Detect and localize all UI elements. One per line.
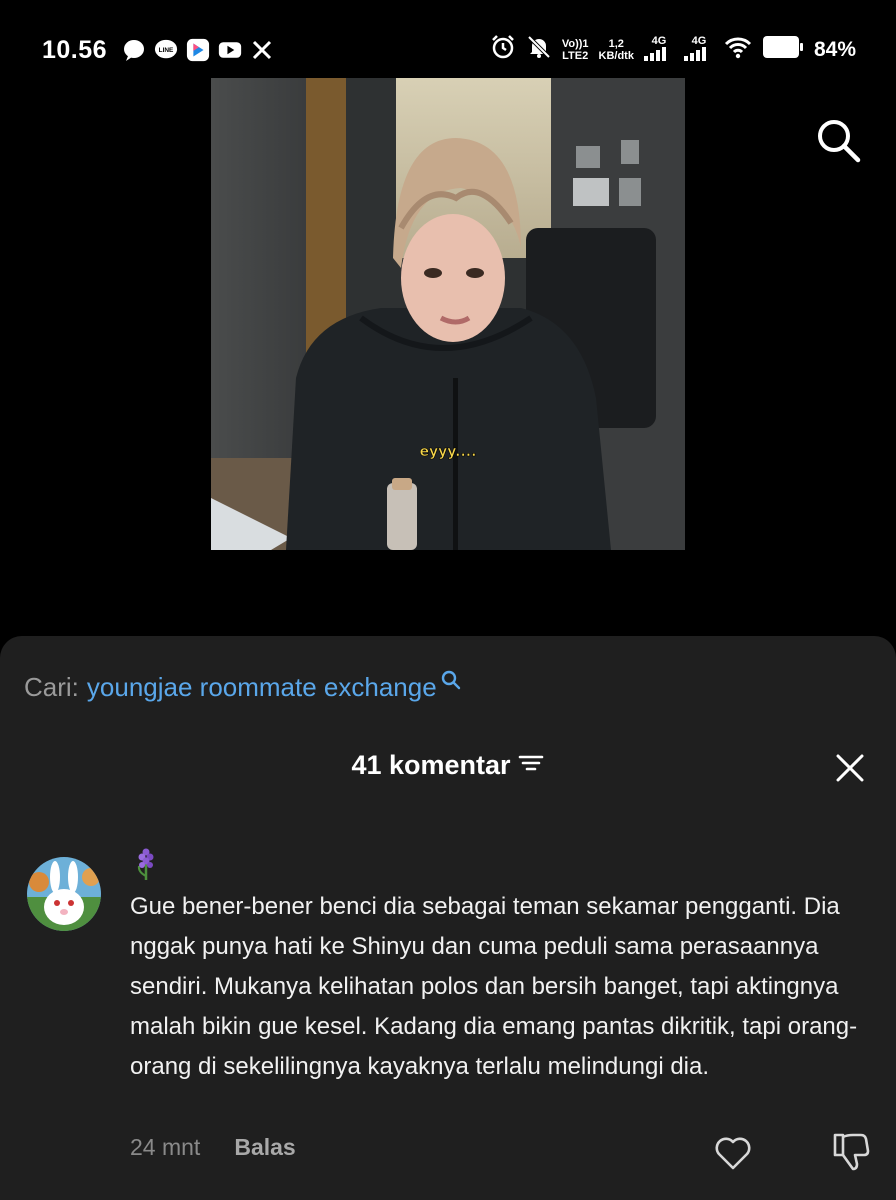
search-icon — [441, 670, 460, 690]
x-icon — [250, 38, 274, 62]
close-icon — [836, 754, 864, 782]
signal-1: 4G — [643, 35, 674, 64]
close-button[interactable] — [834, 752, 866, 784]
heart-icon — [715, 1137, 751, 1170]
search-icon — [818, 120, 861, 163]
sort-button[interactable] — [517, 750, 545, 781]
comment-meta: 24 mnt Balas — [130, 1134, 296, 1161]
comment-emoji — [132, 848, 160, 880]
svg-text:LINE: LINE — [159, 47, 174, 54]
like-button[interactable] — [713, 1133, 753, 1173]
youtube-icon — [218, 38, 242, 62]
wifi-icon — [724, 35, 752, 64]
search-suggestion-label: Cari: — [24, 672, 79, 702]
line-icon: LINE — [154, 38, 178, 62]
battery-percent: 84% — [813, 37, 856, 61]
bunny-avatar-image — [27, 857, 101, 931]
system-indicators: Vo))1 LTE2 1,2 KB/dtk 4G 4G 84% — [490, 34, 856, 65]
sort-icon — [518, 755, 543, 771]
volte-indicator: Vo))1 LTE2 — [562, 38, 589, 62]
comment-text: Gue bener-bener benci dia sebagai teman … — [130, 893, 858, 1080]
search-button[interactable] — [814, 116, 862, 164]
reply-button[interactable]: Balas — [234, 1134, 295, 1161]
avatar[interactable] — [27, 857, 101, 931]
search-suggestion[interactable]: Cari: youngjae roommate exchange — [24, 670, 461, 703]
speed-value: 1,2 — [608, 37, 624, 50]
comment-time: 24 mnt — [130, 1134, 201, 1160]
comments-count: 41 komentar — [351, 750, 511, 780]
thumbs-down-icon — [833, 1133, 870, 1171]
signal-2: 4G — [683, 35, 714, 64]
speed-unit: KB/dtk — [598, 49, 634, 62]
lte-label: LTE2 — [562, 49, 589, 62]
net-type-1: 4G — [651, 35, 667, 47]
hyacinth-emoji-icon — [137, 848, 154, 880]
notification-icons: LINE — [122, 38, 274, 62]
youku-icon — [186, 38, 210, 62]
dislike-button[interactable] — [829, 1131, 871, 1173]
network-speed: 1,2 KB/dtk — [599, 38, 634, 62]
net-type-2: 4G — [691, 35, 707, 47]
video-frame: eyyy.... — [211, 78, 685, 550]
status-time: 10.56 — [42, 36, 108, 64]
battery-icon — [762, 35, 804, 64]
video-caption: eyyy.... — [420, 444, 477, 460]
volte-label: Vo))1 — [561, 37, 589, 50]
signal-icon — [643, 47, 666, 61]
video-player[interactable]: eyyy.... — [211, 78, 685, 550]
mute-icon — [526, 34, 552, 65]
message-icon — [122, 38, 146, 62]
alarm-icon — [490, 34, 516, 65]
signal-icon — [683, 47, 706, 61]
search-suggestion-query[interactable]: youngjae roommate exchange — [87, 672, 437, 703]
comments-header: 41 komentar — [0, 750, 896, 781]
